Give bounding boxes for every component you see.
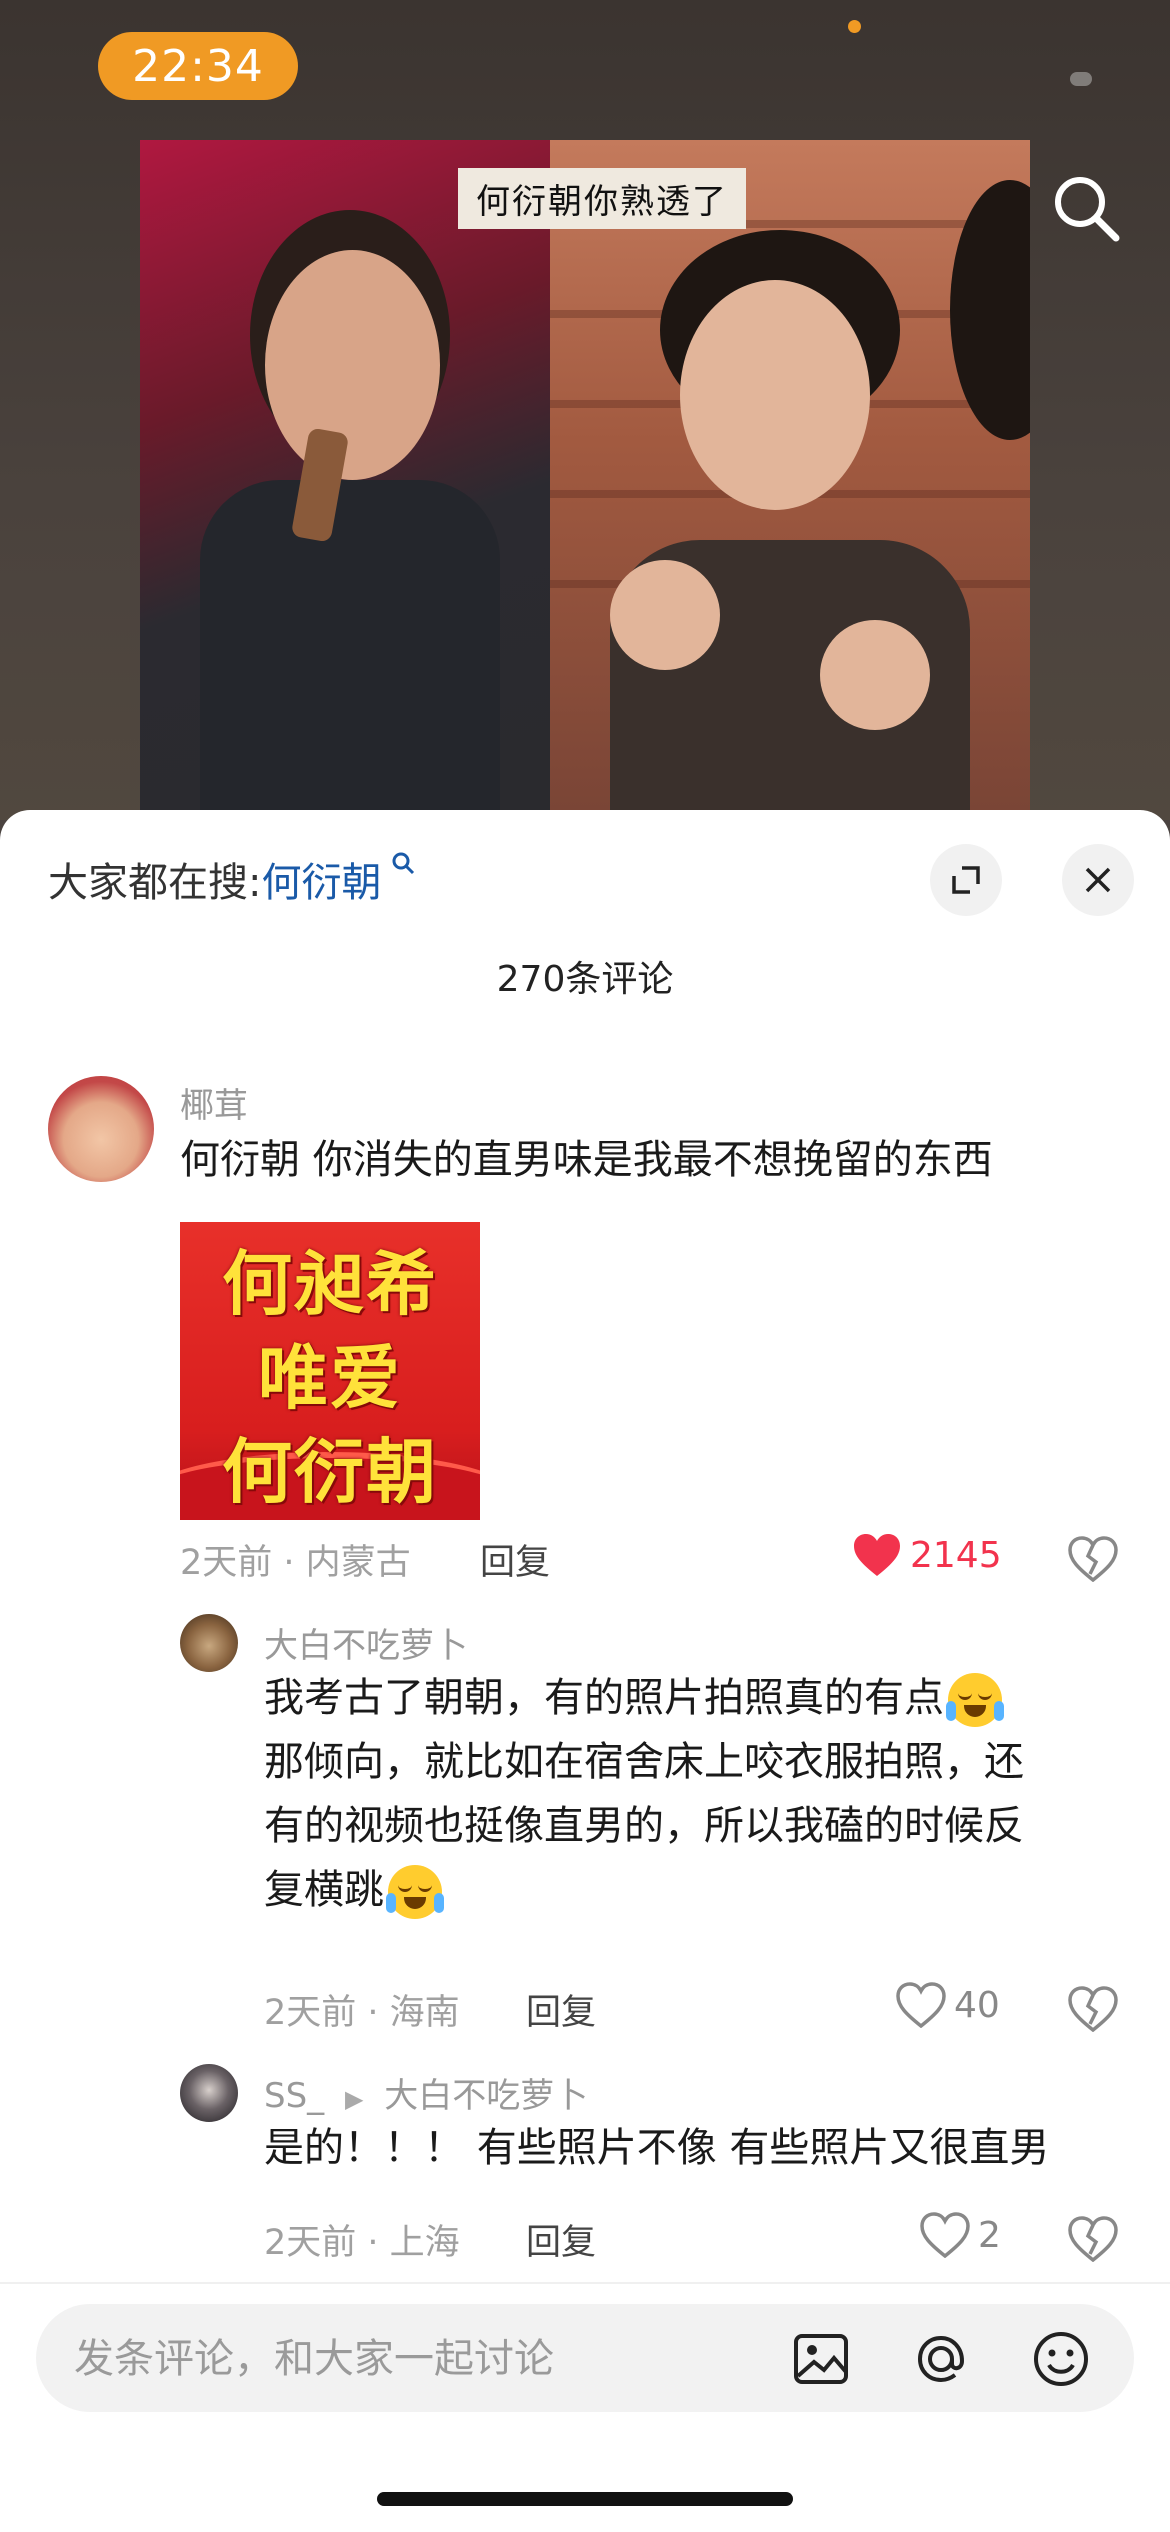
like-button[interactable]: 40: [896, 1982, 1000, 2028]
comment-composer[interactable]: [36, 2304, 1134, 2414]
home-indicator[interactable]: [377, 2492, 793, 2506]
photo-right-panel: [550, 140, 1030, 810]
comment-text: 何衍朝 你消失的直男味是我最不想挽留的东西: [180, 1137, 993, 1183]
comment-text-line: 有的视频也挺像直男的，所以我磕的时候反: [264, 1803, 1024, 1849]
dislike-icon[interactable]: [1068, 1536, 1118, 1582]
comment-meta: 2天前 · 内蒙古: [180, 1543, 411, 1583]
expand-icon: [952, 866, 980, 894]
divider: [0, 2282, 1170, 2284]
close-icon: [1085, 867, 1111, 893]
post-photo[interactable]: 何衍朝你熟透了: [140, 140, 1030, 810]
comment-text: 是的！！！ 有些照片不像 有些照片又很直男: [264, 2125, 1050, 2171]
close-button[interactable]: [1062, 844, 1134, 916]
comment-text-line: 复横跳: [264, 1858, 1124, 1922]
face-shape-right: [680, 280, 870, 510]
reply-button[interactable]: 回复: [526, 2214, 596, 2265]
comments-sheet: 大家都在搜:何衍朝 270条评论 椰茸 何衍朝 你消失的直男味是我最不想挽留的东…: [0, 810, 1170, 2532]
like-count: 2145: [910, 1534, 1002, 1576]
comment-username[interactable]: SS_: [264, 2076, 324, 2116]
photo-left-panel: [140, 140, 550, 810]
comment-text-line: 我考古了朝朝，有的照片拍照真的有点: [264, 1666, 1124, 1730]
mention-icon[interactable]: [910, 2328, 972, 2390]
avatar[interactable]: [180, 2064, 238, 2122]
dislike-icon[interactable]: [1068, 1986, 1118, 2032]
crying-laughing-emoji: [386, 1865, 444, 1919]
sticker-line-1: 何昶希: [222, 1243, 438, 1325]
reply-arrow-icon: ▶: [344, 2085, 364, 2113]
trending-prefix: 大家都在搜:: [48, 860, 262, 906]
like-count: 40: [954, 1984, 1000, 2026]
comment-username[interactable]: 椰茸: [180, 1078, 248, 1127]
reply-button[interactable]: 回复: [480, 1534, 550, 1585]
image-icon[interactable]: [790, 2328, 852, 2390]
heart-outline-icon: [920, 2212, 970, 2258]
status-time: 22:34: [98, 32, 298, 100]
search-button[interactable]: [1046, 168, 1126, 248]
status-indicator: [1070, 72, 1092, 86]
search-small-icon: [381, 852, 415, 883]
avatar[interactable]: [180, 1614, 238, 1672]
avatar[interactable]: [48, 1076, 154, 1182]
comment-count: 270条评论: [496, 959, 674, 1000]
photo-caption: 何衍朝你熟透了: [458, 168, 746, 229]
trending-search[interactable]: 大家都在搜:何衍朝: [48, 850, 416, 908]
trending-keyword[interactable]: 何衍朝: [261, 860, 381, 906]
heart-outline-icon: [896, 1982, 946, 2028]
reply-to-username[interactable]: 大白不吃萝卜: [384, 2076, 588, 2116]
fist-left: [610, 560, 720, 670]
fist-right: [820, 620, 930, 730]
dislike-icon[interactable]: [1068, 2216, 1118, 2262]
comment-username[interactable]: 大白不吃萝卜: [264, 1618, 468, 1667]
heart-filled-icon: [854, 1534, 900, 1576]
like-button[interactable]: 2: [920, 2212, 1001, 2258]
crying-laughing-emoji: [946, 1673, 1004, 1727]
comment-sticker-image[interactable]: 何昶希 唯爱 何衍朝: [180, 1222, 480, 1520]
jacket-shape: [200, 480, 500, 810]
search-icon: [1055, 177, 1120, 242]
reply-button[interactable]: 回复: [526, 1984, 596, 2035]
reply-header: SS_ ▶ 大白不吃萝卜: [264, 2068, 588, 2117]
comment-text: 我考古了朝朝，有的照片拍照真的有点 那倾向，就比如在宿舍床上咬衣服拍照，还 有的…: [264, 1666, 1124, 1922]
expand-button[interactable]: [930, 844, 1002, 916]
emoji-icon[interactable]: [1030, 2328, 1092, 2390]
comment-text-line: 那倾向，就比如在宿舍床上咬衣服拍照，还: [264, 1739, 1024, 1785]
like-button[interactable]: 2145: [852, 1532, 1002, 1578]
recording-dot: [848, 20, 861, 33]
video-area[interactable]: 22:34 何衍朝你熟透了: [0, 0, 1170, 820]
sticker-line-2: 唯爱: [258, 1337, 402, 1419]
like-count: 2: [978, 2214, 1001, 2256]
sticker-line-3: 何衍朝: [222, 1431, 438, 1513]
comment-meta: 2天前 · 海南: [264, 1993, 460, 2033]
comment-input[interactable]: [72, 2304, 756, 2414]
comment-meta: 2天前 · 上海: [264, 2223, 460, 2263]
face-shape: [265, 250, 440, 480]
